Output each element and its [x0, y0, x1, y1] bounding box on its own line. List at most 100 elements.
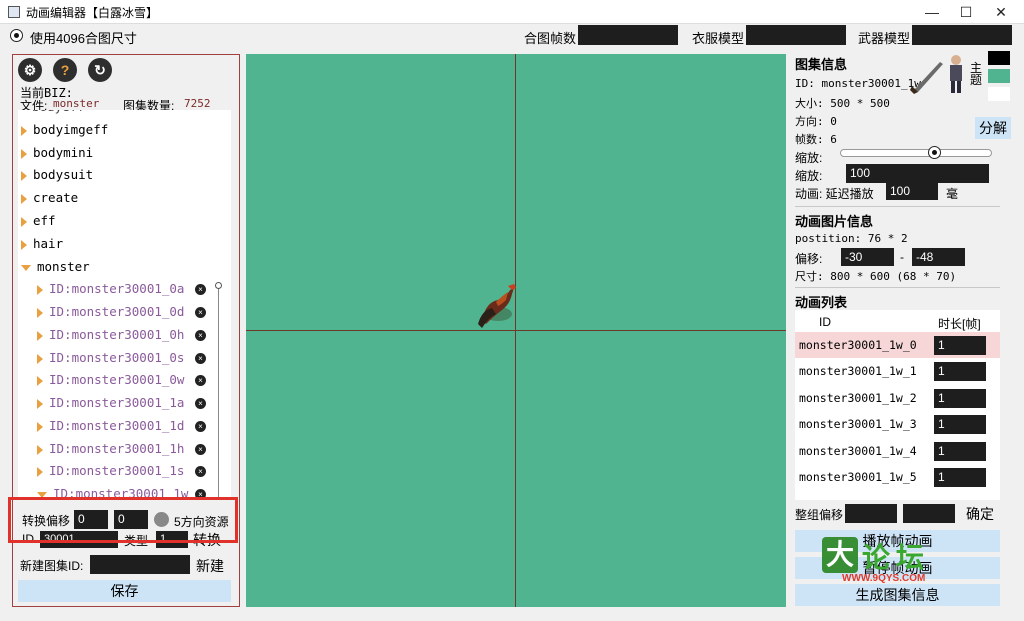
tree-item-bodyimgeff[interactable]: bodyimgeff [21, 119, 108, 141]
offset-y-input[interactable]: -48 [912, 248, 965, 266]
monster-sprite [478, 284, 516, 328]
maximize-button[interactable]: ☐ [950, 0, 982, 24]
tree-child-item[interactable]: ID:monster30001_0d [37, 301, 184, 323]
anim-list-table[interactable]: ID 时长[帧] monster30001_1w_0 1 monster3000… [795, 310, 1000, 500]
expand-arrow-icon[interactable] [37, 284, 43, 295]
remove-icon[interactable]: × [195, 307, 206, 318]
remove-icon[interactable]: × [195, 353, 206, 364]
anim-row-duration[interactable]: 1 [934, 362, 986, 381]
weapon-icon[interactable] [910, 56, 946, 94]
scale-slider-thumb[interactable] [927, 146, 941, 159]
expand-arrow-icon[interactable] [21, 239, 27, 250]
remove-icon[interactable]: × [195, 284, 206, 295]
tree-item-bodymini[interactable]: bodymini [21, 142, 93, 164]
anim-row[interactable]: monster30001_1w_3 1 [795, 411, 1000, 437]
tree-item-hair[interactable]: hair [21, 233, 63, 255]
tree-child-item[interactable]: ID:monster30001_0a [37, 278, 184, 300]
anim-row-id: monster30001_1w_2 [799, 391, 917, 405]
scrollbar-track[interactable] [218, 282, 219, 498]
refresh-icon[interactable]: ↻ [88, 58, 112, 82]
atlas-info-title: 图集信息 [795, 57, 848, 72]
offset-label: 偏移: [795, 252, 823, 266]
clothes-model-input[interactable] [746, 25, 846, 45]
remove-icon[interactable]: × [195, 330, 206, 341]
anim-row-duration[interactable]: 1 [934, 468, 986, 487]
settings-gear-icon[interactable]: ⚙ [18, 58, 42, 82]
expand-arrow-icon[interactable] [21, 216, 27, 227]
tree-child-item[interactable]: ID:monster30001_0s [37, 347, 184, 369]
expand-arrow-icon[interactable] [21, 193, 27, 204]
tree-item-bodysuit[interactable]: bodysuit [21, 164, 93, 186]
watermark-text: 论坛 [862, 542, 931, 573]
merge-frames-input[interactable] [578, 25, 678, 45]
help-icon[interactable]: ? [53, 58, 77, 82]
anim-row-duration[interactable]: 1 [934, 415, 986, 434]
minimize-button[interactable]: — [916, 0, 948, 24]
tree-child-item[interactable]: ID:monster30001_0h [37, 324, 184, 346]
expand-arrow-icon[interactable] [37, 307, 43, 318]
anim-row[interactable]: monster30001_1w_2 1 [795, 385, 1000, 411]
expand-arrow-icon[interactable] [37, 353, 43, 364]
remove-icon[interactable]: × [195, 398, 206, 409]
tree-child-item[interactable]: ID:monster30001_1d [37, 415, 184, 437]
remove-icon[interactable]: × [195, 444, 206, 455]
new-button[interactable]: 新建 [196, 556, 224, 576]
clothes-model-label: 衣服模型 [692, 31, 745, 46]
decompose-button[interactable]: 分解 [975, 117, 1011, 139]
anim-row[interactable]: monster30001_1w_0 1 [795, 332, 1000, 358]
use4096-label: 使用4096合图尺寸 [30, 31, 137, 46]
scale-value-label: 缩放: [795, 169, 823, 183]
swatch-green[interactable] [988, 69, 1010, 83]
tree-child-item[interactable]: ID:monster30001_1a [37, 392, 184, 414]
position-line: postition: 76 * 2 [795, 232, 908, 245]
tree-item-create[interactable]: create [21, 187, 78, 209]
use4096-radio[interactable] [10, 29, 23, 42]
collapse-arrow-icon[interactable] [21, 264, 31, 271]
anim-row[interactable]: monster30001_1w_1 1 [795, 358, 1000, 384]
window-title: 动画编辑器【白露冰雪】 [26, 6, 159, 20]
delay-input[interactable]: 100 [886, 183, 938, 200]
scale-value-input[interactable]: 100 [846, 164, 989, 183]
anim-row-duration[interactable]: 1 [934, 442, 986, 461]
tree-child-item[interactable]: ID:monster30001_1w [37, 483, 188, 498]
swatch-white[interactable] [988, 87, 1010, 101]
expand-arrow-icon[interactable] [37, 466, 43, 477]
character-icon[interactable] [944, 54, 968, 94]
remove-icon[interactable]: × [195, 375, 206, 386]
remove-icon[interactable]: × [195, 421, 206, 432]
anim-row-duration[interactable]: 1 [934, 389, 986, 408]
close-button[interactable]: ✕ [985, 0, 1017, 24]
scale-slider[interactable] [840, 146, 992, 159]
preview-canvas[interactable] [246, 54, 786, 607]
tree-child-item[interactable]: ID:monster30001_1s [37, 460, 184, 482]
anim-row[interactable]: monster30001_1w_5 1 [795, 464, 1000, 490]
save-button[interactable]: 保存 [18, 580, 231, 602]
scrollbar-thumb[interactable] [215, 282, 222, 289]
resource-tree[interactable]: bodyeff bodyimgeff bodymini bodysuit cre… [18, 110, 231, 498]
offset-x-input[interactable]: -30 [841, 248, 894, 266]
expand-arrow-icon[interactable] [37, 375, 43, 386]
tree-item-eff[interactable]: eff [21, 210, 56, 232]
tree-child-item[interactable]: ID:monster30001_1h [37, 438, 184, 460]
expand-arrow-icon[interactable] [37, 330, 43, 341]
new-atlas-input[interactable] [90, 555, 190, 574]
expand-arrow-icon[interactable] [21, 170, 27, 181]
generate-atlas-button[interactable]: 生成图集信息 [795, 584, 1000, 606]
expand-arrow-icon[interactable] [37, 421, 43, 432]
weapon-model-input[interactable] [912, 25, 1012, 45]
remove-icon[interactable]: × [195, 466, 206, 477]
confirm-button[interactable]: 确定 [966, 504, 994, 524]
expand-arrow-icon[interactable] [37, 398, 43, 409]
anim-row-duration[interactable]: 1 [934, 336, 986, 355]
tree-child-item[interactable]: ID:monster30001_0w [37, 369, 184, 391]
expand-arrow-icon[interactable] [21, 148, 27, 159]
group-offset-y-input[interactable] [903, 504, 955, 523]
expand-arrow-icon[interactable] [37, 444, 43, 455]
divider [795, 206, 1000, 207]
swatch-black[interactable] [988, 51, 1010, 65]
group-offset-x-input[interactable] [845, 504, 897, 523]
tree-item-monster[interactable]: monster [21, 256, 90, 278]
tree-item-partial[interactable]: bodyeff [32, 110, 85, 118]
anim-row[interactable]: monster30001_1w_4 1 [795, 438, 1000, 464]
expand-arrow-icon[interactable] [21, 125, 27, 136]
